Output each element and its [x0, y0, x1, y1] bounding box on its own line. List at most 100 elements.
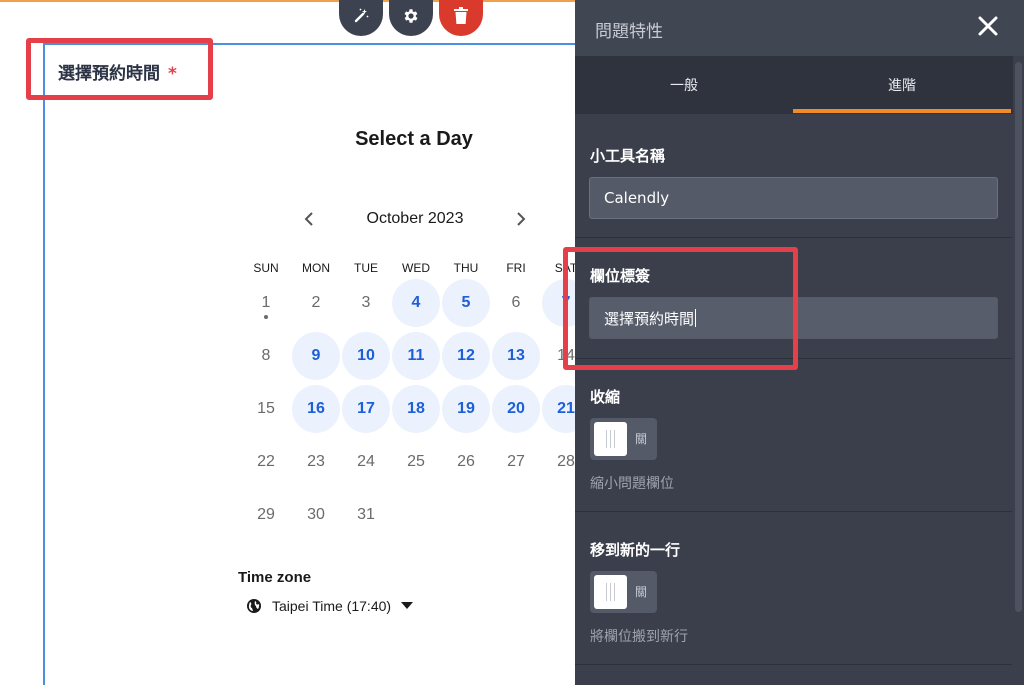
unavailable-day: 29 — [242, 491, 290, 539]
field-label-text: 選擇預約時間 — [58, 64, 160, 84]
field-question-label[interactable]: 選擇預約時間 * — [58, 59, 177, 84]
day-number: 18 — [407, 400, 425, 417]
timezone-value: Taipei Time (17:40) — [272, 598, 392, 614]
field-label-value: 選擇預約時間 — [604, 309, 695, 328]
panel-title: 問題特性 — [595, 22, 663, 42]
timezone-title: Time zone — [238, 569, 312, 586]
caret-down-icon — [401, 602, 414, 609]
close-panel-button[interactable] — [976, 14, 1000, 38]
available-day[interactable]: 20 — [492, 385, 540, 433]
tab-advanced[interactable]: 進階 — [793, 56, 1011, 114]
day-number: 30 — [307, 506, 325, 523]
new-line-toggle[interactable]: 關 — [590, 571, 657, 613]
day-number: 1 — [261, 294, 271, 311]
timezone-selector[interactable]: Taipei Time (17:40) — [246, 598, 414, 614]
day-number: 20 — [507, 400, 525, 417]
shrink-label: 收縮 — [590, 388, 621, 406]
weekday-thu: THU — [453, 261, 479, 275]
shrink-toggle-state: 關 — [635, 432, 648, 446]
unavailable-day: 2 — [292, 279, 340, 327]
unavailable-day: 31 — [342, 491, 390, 539]
available-day[interactable]: 5 — [442, 279, 490, 327]
properties-panel: 問題特性 一般 進階 小工具名稱 Calendly 欄位標簽 選擇預約時間 收縮… — [575, 0, 1024, 685]
shrink-section: 收縮 關 縮小問題欄位 — [575, 359, 1012, 512]
previous-month-button[interactable] — [295, 205, 323, 233]
settings-button[interactable] — [389, 0, 433, 36]
day-number: 7 — [561, 294, 571, 311]
widget-name-label: 小工具名稱 — [590, 147, 666, 165]
toggle-knob — [594, 575, 627, 609]
available-day[interactable]: 18 — [392, 385, 440, 433]
weekday-mon: MON — [302, 261, 330, 275]
available-day[interactable]: 10 — [342, 332, 390, 380]
toggle-knob — [594, 422, 627, 456]
month-navigation: October 2023 — [295, 205, 535, 233]
calendar-title: Select a Day — [355, 128, 473, 150]
available-day[interactable]: 17 — [342, 385, 390, 433]
month-label: October 2023 — [366, 210, 464, 227]
gear-icon — [404, 9, 418, 23]
available-day[interactable]: 13 — [492, 332, 540, 380]
shrink-toggle[interactable]: 關 — [590, 418, 657, 460]
day-number: 13 — [507, 347, 525, 364]
new-line-label: 移到新的一行 — [590, 541, 681, 559]
new-line-toggle-state: 關 — [635, 585, 648, 599]
weekday-tue: TUE — [354, 261, 378, 275]
panel-header: 問題特性 — [575, 0, 1024, 56]
day-number: 5 — [461, 294, 471, 311]
unavailable-day: 22 — [242, 438, 290, 486]
unavailable-day: 1 — [242, 279, 290, 327]
day-number: 25 — [407, 453, 425, 470]
available-day[interactable]: 12 — [442, 332, 490, 380]
tab-general[interactable]: 一般 — [575, 56, 793, 114]
form-builder-screen: 選擇預約時間 * Select a Day October 2023 SUN MON… — [0, 0, 1024, 685]
delete-button[interactable] — [439, 0, 483, 36]
chevron-left-icon — [304, 212, 313, 226]
weekday-wed: WED — [402, 261, 430, 275]
field-label-label: 欄位標簽 — [590, 267, 651, 285]
day-number: 6 — [511, 294, 521, 311]
panel-scrollbar[interactable] — [1013, 56, 1024, 685]
field-label-section: 欄位標簽 選擇預約時間 — [575, 238, 1012, 359]
close-icon — [978, 16, 998, 36]
trash-icon — [454, 7, 468, 24]
widget-name-input[interactable]: Calendly — [589, 177, 998, 219]
field-label-input[interactable]: 選擇預約時間 — [589, 297, 998, 339]
day-number: 8 — [261, 347, 271, 364]
magic-wand-icon — [354, 8, 369, 23]
active-tab-indicator — [793, 109, 1011, 113]
unavailable-day: 15 — [242, 385, 290, 433]
day-number: 9 — [311, 347, 321, 364]
unavailable-day: 8 — [242, 332, 290, 380]
unavailable-day: 23 — [292, 438, 340, 486]
new-line-section: 移到新的一行 關 將欄位搬到新行 — [575, 512, 1012, 665]
next-month-button[interactable] — [507, 205, 535, 233]
available-day[interactable]: 9 — [292, 332, 340, 380]
today-indicator — [264, 315, 268, 319]
available-day[interactable]: 19 — [442, 385, 490, 433]
day-number: 2 — [311, 294, 321, 311]
text-cursor — [695, 309, 697, 327]
day-number: 28 — [557, 453, 575, 470]
day-number: 11 — [407, 347, 425, 364]
day-number: 31 — [357, 506, 375, 523]
unavailable-day: 24 — [342, 438, 390, 486]
day-number: 26 — [457, 453, 475, 470]
unavailable-day: 3 — [342, 279, 390, 327]
widget-name-section: 小工具名稱 Calendly — [575, 114, 1012, 238]
day-number: 14 — [557, 347, 575, 364]
day-number: 16 — [307, 400, 325, 417]
day-number: 27 — [507, 453, 525, 470]
available-day[interactable]: 11 — [392, 332, 440, 380]
day-number: 24 — [357, 453, 375, 470]
available-day[interactable]: 16 — [292, 385, 340, 433]
unavailable-day: 27 — [492, 438, 540, 486]
magic-wand-button[interactable] — [339, 0, 383, 36]
day-number: 17 — [357, 400, 375, 417]
day-number: 10 — [357, 347, 375, 364]
available-day[interactable]: 4 — [392, 279, 440, 327]
widget-name-value: Calendly — [604, 189, 670, 207]
weekday-sun: SUN — [253, 261, 279, 275]
chevron-right-icon — [517, 212, 526, 226]
scrollbar-thumb[interactable] — [1015, 62, 1022, 612]
